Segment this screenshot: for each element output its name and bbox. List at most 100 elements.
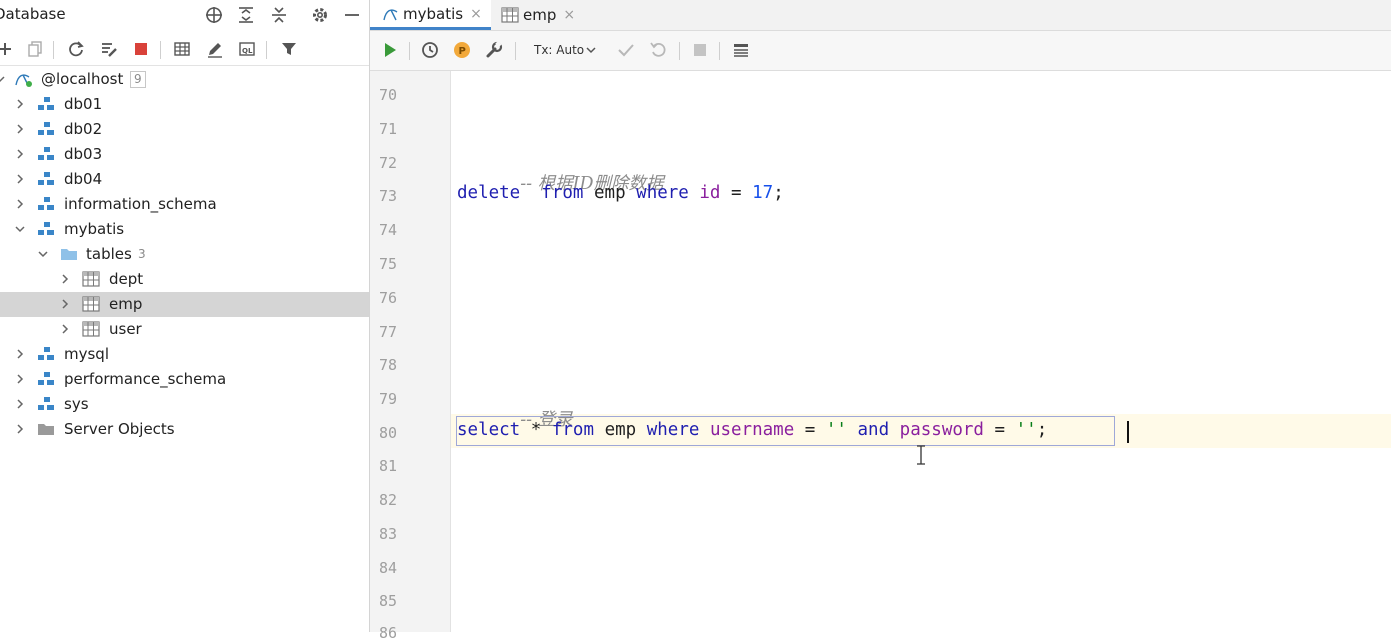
table-view-icon[interactable] xyxy=(171,38,193,60)
sql-keyword: where xyxy=(636,183,689,203)
folder-icon xyxy=(61,249,77,260)
panel-title: Database xyxy=(0,5,66,23)
locate-icon[interactable] xyxy=(203,4,225,26)
history-icon[interactable] xyxy=(419,39,441,61)
schema-icon xyxy=(38,172,54,185)
line-number: 75 xyxy=(378,255,397,273)
stop-icon[interactable] xyxy=(689,39,711,61)
editor-tabs: mybatis × emp × xyxy=(370,0,1391,31)
chevron-right-icon[interactable] xyxy=(14,98,26,110)
tab-emp[interactable]: emp × xyxy=(491,0,586,30)
sql-keyword: where xyxy=(646,420,700,440)
tree-item-label: db02 xyxy=(64,120,103,138)
sql-keyword: from xyxy=(551,420,595,440)
code-line-73: delete from emp where id = 17; xyxy=(457,183,784,203)
connection-count-badge: 9 xyxy=(130,71,146,88)
filter-icon[interactable] xyxy=(278,38,300,60)
chevron-right-icon[interactable] xyxy=(14,398,26,410)
schema-icon xyxy=(38,97,54,110)
chevron-right-icon[interactable] xyxy=(14,123,26,135)
stop-icon[interactable] xyxy=(130,38,152,60)
chevron-right-icon[interactable] xyxy=(59,298,71,310)
run-icon[interactable] xyxy=(379,39,401,61)
chevron-right-icon[interactable] xyxy=(14,423,26,435)
tree-item-mysql[interactable]: mysql xyxy=(0,342,369,367)
gear-icon[interactable] xyxy=(309,4,331,26)
chevron-down-icon[interactable] xyxy=(14,223,26,235)
tree-item-emp[interactable]: emp xyxy=(0,292,369,317)
commit-icon[interactable] xyxy=(615,39,637,61)
transaction-mode-dropdown[interactable]: Tx: Auto xyxy=(534,43,584,57)
refresh-icon[interactable] xyxy=(65,38,87,60)
output-layout-icon[interactable] xyxy=(730,39,752,61)
collapse-all-icon[interactable] xyxy=(268,4,290,26)
rollback-icon[interactable] xyxy=(647,39,669,61)
close-icon[interactable]: × xyxy=(470,6,482,22)
chevron-right-icon[interactable] xyxy=(14,173,26,185)
line-number: 80 xyxy=(378,424,397,442)
minimize-icon[interactable] xyxy=(341,4,363,26)
tree-item-db01[interactable]: db01 xyxy=(0,92,369,117)
tree-item-label: sys xyxy=(64,395,89,413)
tree-item-db04[interactable]: db04 xyxy=(0,167,369,192)
tree-item-label: dept xyxy=(109,270,144,288)
schema-icon xyxy=(38,347,54,360)
line-number: 84 xyxy=(378,559,397,577)
profile-icon[interactable]: P xyxy=(451,39,473,61)
line-number: 72 xyxy=(378,154,397,172)
close-icon[interactable]: × xyxy=(563,7,575,23)
wrench-icon[interactable] xyxy=(483,39,505,61)
schema-icon xyxy=(38,122,54,135)
tree-item-information-schema[interactable]: information_schema xyxy=(0,192,369,217)
sql-editor[interactable]: 70 71 72 73 74 75 76 77 78 79 80 81 82 8… xyxy=(370,71,1391,642)
tab-mybatis[interactable]: mybatis × xyxy=(370,0,491,30)
schema-icon xyxy=(38,372,54,385)
chevron-down-icon[interactable] xyxy=(0,73,6,85)
tree-item-label: @localhost xyxy=(41,70,124,88)
tree-item-label: user xyxy=(109,320,142,338)
chevron-right-icon[interactable] xyxy=(14,348,26,360)
sql-semicolon: ; xyxy=(1036,420,1048,440)
line-number: 74 xyxy=(378,221,397,239)
line-gutter: 70 71 72 73 74 75 76 77 78 79 80 81 82 8… xyxy=(370,71,451,642)
sql-operator: = xyxy=(994,420,1006,440)
edit-icon[interactable] xyxy=(204,38,226,60)
chevron-right-icon[interactable] xyxy=(14,198,26,210)
folder-icon xyxy=(38,424,54,435)
chevron-right-icon[interactable] xyxy=(59,323,71,335)
tree-item-user[interactable]: user xyxy=(0,317,369,342)
tree-item-db02[interactable]: db02 xyxy=(0,117,369,142)
editor-panel: mybatis × emp × P Tx: Auto 70 71 72 73 7… xyxy=(370,0,1391,642)
chevron-right-icon[interactable] xyxy=(14,148,26,160)
tree-item-sys[interactable]: sys xyxy=(0,392,369,417)
tree-item-performance-schema[interactable]: performance_schema xyxy=(0,367,369,392)
schema-edit-icon[interactable] xyxy=(98,38,120,60)
line-number: 78 xyxy=(378,356,397,374)
panel-header: Database xyxy=(0,0,369,30)
tree-item-server-objects[interactable]: Server Objects xyxy=(0,417,369,442)
expand-all-icon[interactable] xyxy=(235,4,257,26)
table-count: 3 xyxy=(138,247,146,261)
query-console-icon[interactable]: QL xyxy=(236,38,258,60)
tree-item-label: Server Objects xyxy=(64,420,175,438)
tree-item-label: db01 xyxy=(64,95,103,113)
table-icon xyxy=(501,7,519,23)
add-icon[interactable] xyxy=(0,38,16,60)
duplicate-icon[interactable] xyxy=(24,38,46,60)
tree-item-mybatis[interactable]: mybatis xyxy=(0,217,369,242)
sql-column: username xyxy=(709,420,795,440)
tree-item-db03[interactable]: db03 xyxy=(0,142,369,167)
tree-item-tables[interactable]: tables 3 xyxy=(0,242,369,267)
tree-item-label: information_schema xyxy=(64,195,217,213)
chevron-right-icon[interactable] xyxy=(14,373,26,385)
tree-item-dept[interactable]: dept xyxy=(0,267,369,292)
line-number: 77 xyxy=(378,323,397,341)
tree-item-localhost[interactable]: @localhost 9 xyxy=(0,67,369,92)
chevron-down-icon[interactable] xyxy=(37,248,49,260)
chevron-right-icon[interactable] xyxy=(59,273,71,285)
sql-keyword: from xyxy=(541,183,584,203)
sql-operator: = xyxy=(804,420,816,440)
chevron-down-icon[interactable] xyxy=(584,39,598,61)
svg-text:P: P xyxy=(459,46,466,57)
schema-icon xyxy=(38,197,54,210)
